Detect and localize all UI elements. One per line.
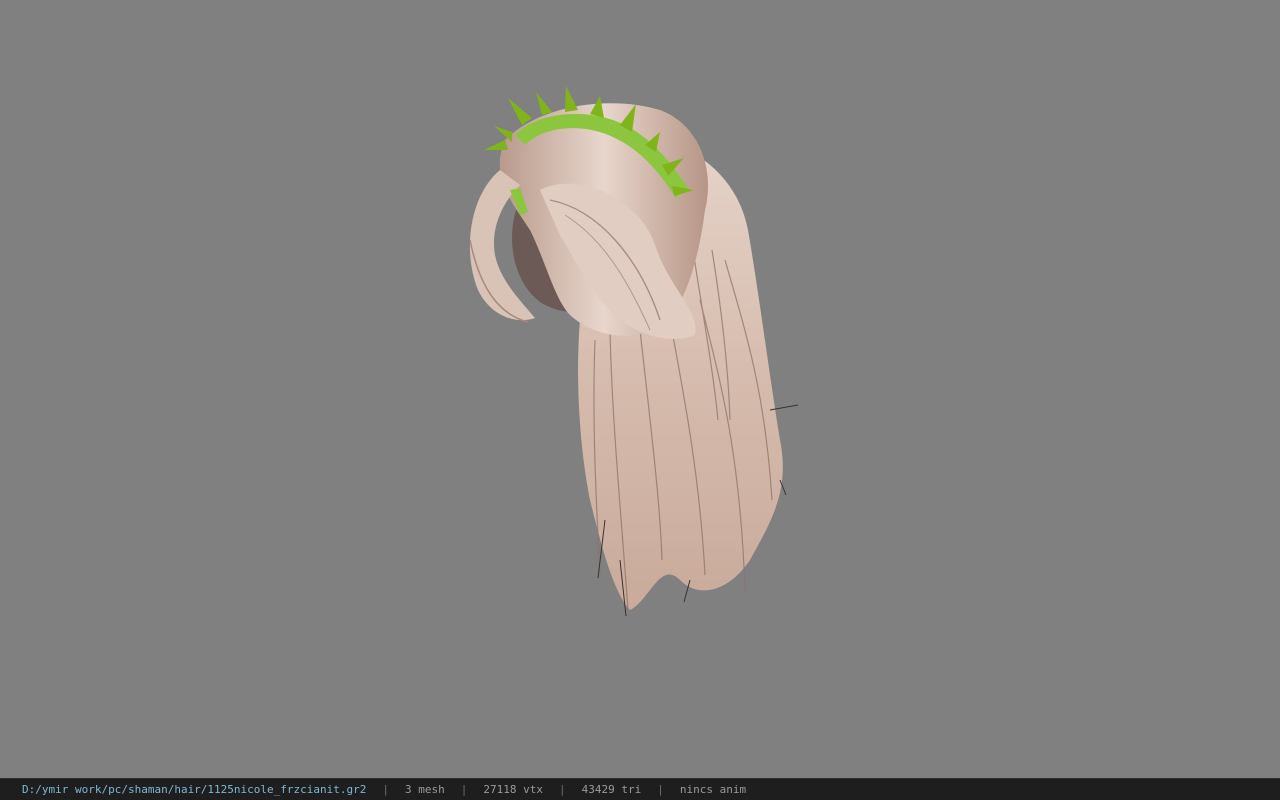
separator: | [382, 783, 389, 796]
hair-model-render [469, 86, 799, 617]
3d-viewport[interactable] [0, 0, 1280, 778]
separator: | [657, 783, 664, 796]
animation-status: nincs anim [679, 783, 747, 796]
vertex-count: 27118 vtx [483, 783, 543, 796]
separator: | [558, 783, 566, 796]
file-path: D:/ymir work/pc/shaman/hair/1125nicole_f… [22, 783, 367, 796]
mesh-count: 3 mesh [405, 783, 445, 796]
status-bar: D:/ymir work/pc/shaman/hair/1125nicole_f… [0, 778, 1280, 800]
separator: | [460, 783, 468, 796]
triangle-count: 43429 tri [581, 783, 642, 796]
